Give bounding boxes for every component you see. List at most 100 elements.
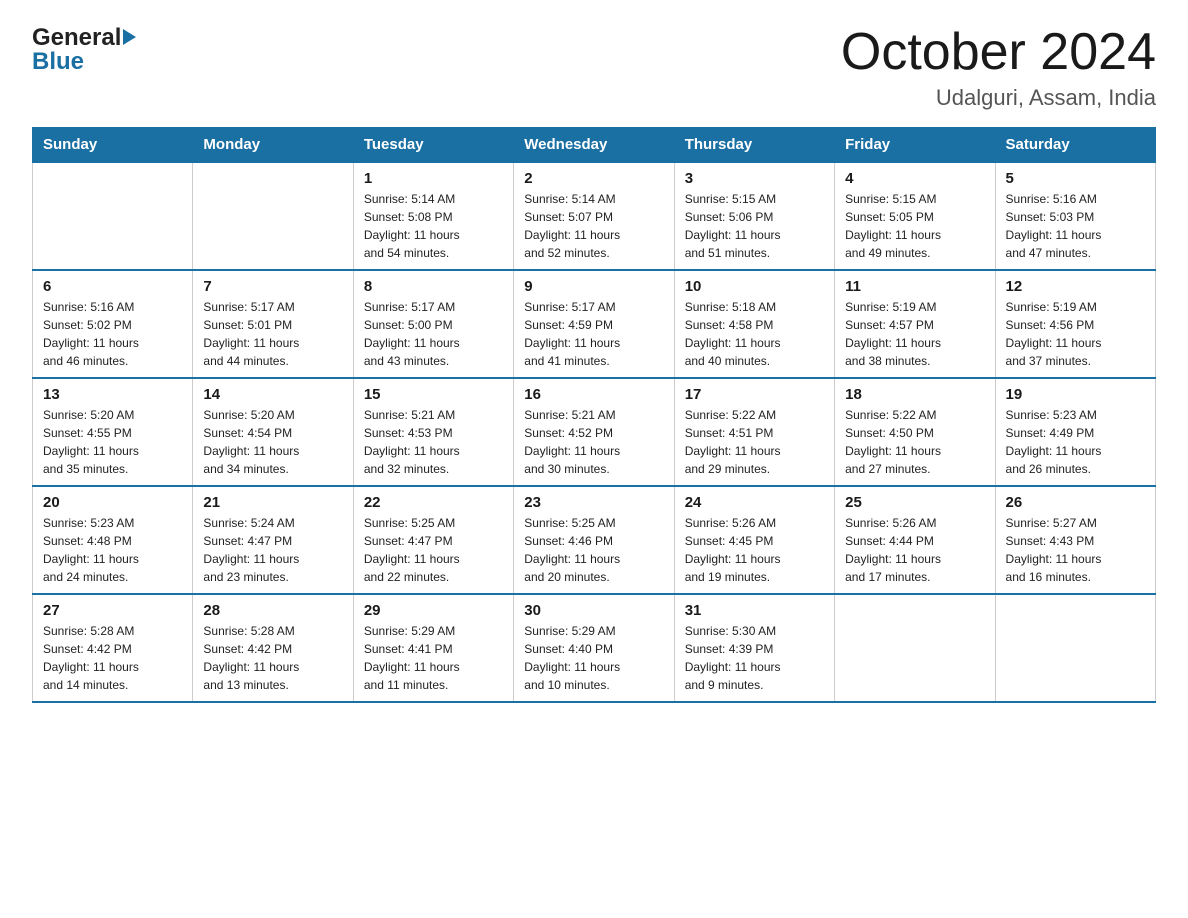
- calendar-cell: 30 Sunrise: 5:29 AM Sunset: 4:40 PM Dayli…: [514, 594, 674, 702]
- day-number: 11: [845, 278, 984, 295]
- day-info: Sunrise: 5:16 AM Sunset: 5:02 PM Dayligh…: [43, 298, 182, 370]
- calendar-cell: 7 Sunrise: 5:17 AM Sunset: 5:01 PM Daylig…: [193, 270, 353, 378]
- day-number: 21: [203, 494, 342, 511]
- day-number: 30: [524, 602, 663, 619]
- day-number: 4: [845, 170, 984, 187]
- day-number: 1: [364, 170, 503, 187]
- day-info: Sunrise: 5:23 AM Sunset: 4:48 PM Dayligh…: [43, 514, 182, 586]
- day-of-week-header: Tuesday: [353, 128, 513, 163]
- calendar-cell: 1 Sunrise: 5:14 AM Sunset: 5:08 PM Daylig…: [353, 162, 513, 270]
- day-info: Sunrise: 5:17 AM Sunset: 5:01 PM Dayligh…: [203, 298, 342, 370]
- day-number: 18: [845, 386, 984, 403]
- day-info: Sunrise: 5:20 AM Sunset: 4:54 PM Dayligh…: [203, 406, 342, 478]
- calendar-cell: 31Sunrise: 5:30 AM Sunset: 4:39 PM Dayli…: [674, 594, 834, 702]
- day-info: Sunrise: 5:17 AM Sunset: 5:00 PM Dayligh…: [364, 298, 503, 370]
- day-info: Sunrise: 5:25 AM Sunset: 4:47 PM Dayligh…: [364, 514, 503, 586]
- day-number: 19: [1006, 386, 1145, 403]
- day-number: 20: [43, 494, 182, 511]
- day-number: 8: [364, 278, 503, 295]
- calendar-cell: 24 Sunrise: 5:26 AM Sunset: 4:45 PM Dayli…: [674, 486, 834, 594]
- day-info: Sunrise: 5:17 AM Sunset: 4:59 PM Dayligh…: [524, 298, 663, 370]
- calendar-cell: 29Sunrise: 5:29 AM Sunset: 4:41 PM Dayli…: [353, 594, 513, 702]
- calendar-cell: 18 Sunrise: 5:22 AM Sunset: 4:50 PM Dayli…: [835, 378, 995, 486]
- calendar-cell: [835, 594, 995, 702]
- day-info: Sunrise: 5:26 AM Sunset: 4:45 PM Dayligh…: [685, 514, 824, 586]
- day-number: 3: [685, 170, 824, 187]
- day-number: 27: [43, 602, 182, 619]
- day-number: 14: [203, 386, 342, 403]
- calendar-table: SundayMondayTuesdayWednesdayThursdayFrid…: [32, 127, 1156, 703]
- day-number: 22: [364, 494, 503, 511]
- day-number: 7: [203, 278, 342, 295]
- day-number: 23: [524, 494, 663, 511]
- day-info: Sunrise: 5:15 AM Sunset: 5:05 PM Dayligh…: [845, 190, 984, 262]
- calendar-cell: [193, 162, 353, 270]
- day-info: Sunrise: 5:14 AM Sunset: 5:07 PM Dayligh…: [524, 190, 663, 262]
- calendar-week-row: 20 Sunrise: 5:23 AM Sunset: 4:48 PM Dayli…: [33, 486, 1156, 594]
- day-info: Sunrise: 5:29 AM Sunset: 4:40 PM Dayligh…: [524, 622, 663, 694]
- calendar-cell: 21 Sunrise: 5:24 AM Sunset: 4:47 PM Dayli…: [193, 486, 353, 594]
- day-number: 26: [1006, 494, 1145, 511]
- calendar-cell: 27Sunrise: 5:28 AM Sunset: 4:42 PM Dayli…: [33, 594, 193, 702]
- day-info: Sunrise: 5:22 AM Sunset: 4:50 PM Dayligh…: [845, 406, 984, 478]
- calendar-cell: [995, 594, 1155, 702]
- calendar-week-row: 13 Sunrise: 5:20 AM Sunset: 4:55 PM Dayli…: [33, 378, 1156, 486]
- day-number: 9: [524, 278, 663, 295]
- logo-arrow-icon: [123, 29, 136, 45]
- day-info: Sunrise: 5:24 AM Sunset: 4:47 PM Dayligh…: [203, 514, 342, 586]
- day-info: Sunrise: 5:21 AM Sunset: 4:53 PM Dayligh…: [364, 406, 503, 478]
- calendar-cell: 15Sunrise: 5:21 AM Sunset: 4:53 PM Dayli…: [353, 378, 513, 486]
- calendar-cell: 14 Sunrise: 5:20 AM Sunset: 4:54 PM Dayli…: [193, 378, 353, 486]
- calendar-cell: 10 Sunrise: 5:18 AM Sunset: 4:58 PM Dayli…: [674, 270, 834, 378]
- calendar-cell: 11 Sunrise: 5:19 AM Sunset: 4:57 PM Dayli…: [835, 270, 995, 378]
- day-number: 24: [685, 494, 824, 511]
- page-header: General Blue October 2024 Udalguri, Assa…: [32, 24, 1156, 111]
- day-info: Sunrise: 5:18 AM Sunset: 4:58 PM Dayligh…: [685, 298, 824, 370]
- day-info: Sunrise: 5:21 AM Sunset: 4:52 PM Dayligh…: [524, 406, 663, 478]
- calendar-cell: 26 Sunrise: 5:27 AM Sunset: 4:43 PM Dayli…: [995, 486, 1155, 594]
- day-info: Sunrise: 5:19 AM Sunset: 4:57 PM Dayligh…: [845, 298, 984, 370]
- calendar-cell: 20 Sunrise: 5:23 AM Sunset: 4:48 PM Dayli…: [33, 486, 193, 594]
- calendar-cell: 19 Sunrise: 5:23 AM Sunset: 4:49 PM Dayli…: [995, 378, 1155, 486]
- day-info: Sunrise: 5:26 AM Sunset: 4:44 PM Dayligh…: [845, 514, 984, 586]
- day-info: Sunrise: 5:27 AM Sunset: 4:43 PM Dayligh…: [1006, 514, 1145, 586]
- day-info: Sunrise: 5:19 AM Sunset: 4:56 PM Dayligh…: [1006, 298, 1145, 370]
- calendar-cell: 28Sunrise: 5:28 AM Sunset: 4:42 PM Dayli…: [193, 594, 353, 702]
- calendar-week-row: 1 Sunrise: 5:14 AM Sunset: 5:08 PM Daylig…: [33, 162, 1156, 270]
- logo-blue-text: Blue: [32, 48, 84, 76]
- day-of-week-header: Monday: [193, 128, 353, 163]
- calendar-cell: 4 Sunrise: 5:15 AM Sunset: 5:05 PM Daylig…: [835, 162, 995, 270]
- calendar-cell: 6 Sunrise: 5:16 AM Sunset: 5:02 PM Daylig…: [33, 270, 193, 378]
- day-info: Sunrise: 5:22 AM Sunset: 4:51 PM Dayligh…: [685, 406, 824, 478]
- calendar-cell: [33, 162, 193, 270]
- day-of-week-header: Sunday: [33, 128, 193, 163]
- day-number: 10: [685, 278, 824, 295]
- calendar-week-row: 27Sunrise: 5:28 AM Sunset: 4:42 PM Dayli…: [33, 594, 1156, 702]
- calendar-cell: 3Sunrise: 5:15 AM Sunset: 5:06 PM Daylig…: [674, 162, 834, 270]
- day-number: 28: [203, 602, 342, 619]
- calendar-cell: 13 Sunrise: 5:20 AM Sunset: 4:55 PM Dayli…: [33, 378, 193, 486]
- day-of-week-header: Saturday: [995, 128, 1155, 163]
- day-of-week-header: Wednesday: [514, 128, 674, 163]
- calendar-cell: 2 Sunrise: 5:14 AM Sunset: 5:07 PM Daylig…: [514, 162, 674, 270]
- day-number: 13: [43, 386, 182, 403]
- calendar-cell: 5Sunrise: 5:16 AM Sunset: 5:03 PM Daylig…: [995, 162, 1155, 270]
- calendar-cell: 12 Sunrise: 5:19 AM Sunset: 4:56 PM Dayli…: [995, 270, 1155, 378]
- day-info: Sunrise: 5:14 AM Sunset: 5:08 PM Dayligh…: [364, 190, 503, 262]
- location-text: Udalguri, Assam, India: [841, 85, 1156, 111]
- day-info: Sunrise: 5:23 AM Sunset: 4:49 PM Dayligh…: [1006, 406, 1145, 478]
- day-number: 6: [43, 278, 182, 295]
- calendar-cell: 16Sunrise: 5:21 AM Sunset: 4:52 PM Dayli…: [514, 378, 674, 486]
- day-number: 25: [845, 494, 984, 511]
- title-block: October 2024 Udalguri, Assam, India: [841, 24, 1156, 111]
- day-info: Sunrise: 5:25 AM Sunset: 4:46 PM Dayligh…: [524, 514, 663, 586]
- day-number: 2: [524, 170, 663, 187]
- day-number: 12: [1006, 278, 1145, 295]
- day-number: 29: [364, 602, 503, 619]
- day-of-week-header: Thursday: [674, 128, 834, 163]
- calendar-cell: 8 Sunrise: 5:17 AM Sunset: 5:00 PM Daylig…: [353, 270, 513, 378]
- day-of-week-header: Friday: [835, 128, 995, 163]
- day-info: Sunrise: 5:20 AM Sunset: 4:55 PM Dayligh…: [43, 406, 182, 478]
- day-number: 31: [685, 602, 824, 619]
- day-number: 5: [1006, 170, 1145, 187]
